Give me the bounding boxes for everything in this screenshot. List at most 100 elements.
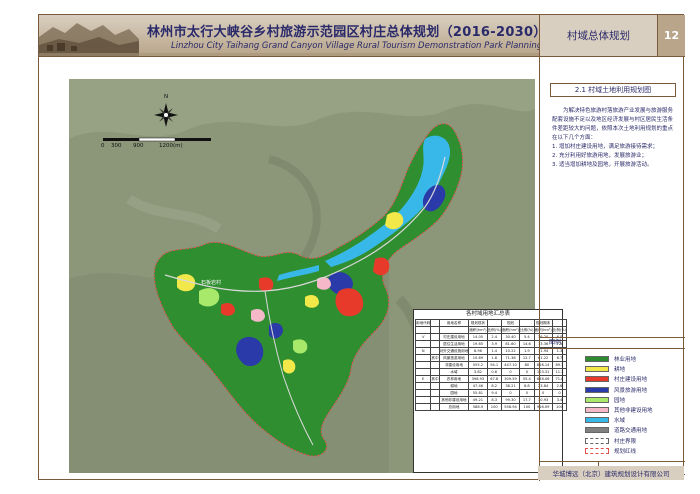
legend-swatch xyxy=(585,376,609,383)
table-cell: 非建设用地 xyxy=(438,361,470,369)
legend-swatch xyxy=(585,407,609,414)
table-cell: N xyxy=(414,347,432,355)
table-cell: 8.2 xyxy=(486,382,502,390)
table-cell: 30.40 xyxy=(500,333,521,341)
table-cell: 0 xyxy=(500,389,521,397)
page-title-english: Linzhou City Taihang Grand Canyon Villag… xyxy=(171,41,539,51)
legend-swatch xyxy=(585,386,609,393)
legend-label: 风景旅游用地 xyxy=(614,387,648,394)
table-header-cell: 用地代码 xyxy=(414,319,432,327)
legend-swatch xyxy=(585,447,609,454)
legend-label: 耕地 xyxy=(614,367,626,374)
table-cell: 村庄建设用地 xyxy=(438,333,470,341)
table-cell: 8.3 xyxy=(486,396,502,404)
garden-zone-2 xyxy=(293,339,308,354)
table-header-cell: 比例(%) xyxy=(519,326,535,334)
table-cell xyxy=(414,368,432,376)
table-header-cell xyxy=(519,319,535,327)
table-cell: 309.59 xyxy=(500,375,521,383)
legend-item: 村庄建设用地 xyxy=(585,374,685,384)
table-cell xyxy=(430,368,440,376)
scale-tick-1200: 1200(m) xyxy=(159,143,183,149)
scale-tick-900: 900 xyxy=(133,143,144,149)
table-cell: 81.60 xyxy=(500,340,521,348)
table-cell xyxy=(430,333,440,341)
table-cell: 3.9 xyxy=(486,340,502,348)
table-cell: 71.38 xyxy=(500,354,521,362)
table-cell: E xyxy=(414,375,432,383)
table-cell: 1.4 xyxy=(486,347,502,355)
map-subtitle: 2.1 村域土地利用规划图 xyxy=(550,83,676,97)
table-cell: 47.46 xyxy=(468,382,488,390)
page-title: 林州市太行大峡谷乡村旅游示范园区村庄总体规划（2016-2030） xyxy=(147,25,539,40)
table-header-cell xyxy=(430,319,440,327)
table-cell: 17.7 xyxy=(519,396,535,404)
legend-item: 水域 xyxy=(585,415,685,425)
table-cell: 10.69 xyxy=(468,354,488,362)
scale-tick-0: 0 xyxy=(101,143,105,149)
legend-label: 水域 xyxy=(614,418,626,425)
section-title: 村域总体规划 xyxy=(539,15,657,57)
legend-item: 村庄界限 xyxy=(585,436,685,446)
description-intro: 为解决特色旅游村落旅游产业发展与旅游服务配套设施不足以及地区经济发展与村区居民生… xyxy=(552,108,674,141)
legend-item: 园地 xyxy=(585,395,685,405)
table-cell: 99.30 xyxy=(500,396,521,404)
legend: 林业用地 耕地 村庄建设用地 风景旅游用地 园地 其他非建设用地 水域 道路交通用地 村庄界限规… xyxy=(585,354,685,456)
legend-title: 图例 xyxy=(539,337,685,349)
table-cell xyxy=(414,396,432,404)
table-cell: 0 xyxy=(519,389,535,397)
table-cell: 1.8 xyxy=(486,354,502,362)
table-cell: 2.4 xyxy=(486,333,502,341)
table-cell: 100 xyxy=(519,403,535,411)
title-banner: 林州市太行大峡谷乡村旅游示范园区村庄总体规划（2016-2030） Linzho… xyxy=(39,15,539,57)
table-cell: 居住生活用地 xyxy=(438,340,470,348)
legend-item: 风景旅游用地 xyxy=(585,385,685,395)
legend-item: 其他非建设用地 xyxy=(585,405,685,415)
table-header-cell xyxy=(486,319,502,327)
legend-swatch xyxy=(585,356,609,363)
table-cell: 园地 xyxy=(438,389,470,397)
north-label: N xyxy=(164,94,168,100)
table-cell: 其中 xyxy=(430,375,440,383)
description-point-1: 1. 增加村庄建设用地，满足旅游接待需求； xyxy=(552,144,658,150)
table-cell: 总用地 xyxy=(438,403,470,411)
legend-label: 道路交通用地 xyxy=(614,428,648,435)
table-header-cell xyxy=(414,326,432,334)
legend-item: 林业用地 xyxy=(585,354,685,364)
table-header-cell: 比例(%) xyxy=(486,326,502,334)
table-cell: 14.05 xyxy=(468,333,488,341)
company-name: 华城博远（北京）建筑规划设计有限公司 xyxy=(538,466,684,480)
legend-swatch xyxy=(585,427,609,434)
village-land-zone-3 xyxy=(259,277,274,292)
table-cell: 55.4 xyxy=(519,375,535,383)
table-cell: 588.9 xyxy=(468,403,488,411)
table-cell: 100 xyxy=(486,403,502,411)
table-cell xyxy=(430,389,440,397)
table-header-cell xyxy=(430,326,440,334)
legend-swatch xyxy=(585,396,609,403)
table-header-cell: 面积(hm²) xyxy=(500,326,521,334)
legend-item: 耕地 xyxy=(585,364,685,374)
table-cell: 对外交通设施用地 xyxy=(438,347,470,355)
legend-swatch xyxy=(585,366,609,373)
legend-item: 道路交通用地 xyxy=(585,425,685,435)
table-cell xyxy=(430,382,440,390)
table-cell xyxy=(430,396,440,404)
place-label: 石板岩村 xyxy=(201,279,221,286)
table-cell: 1.9 xyxy=(519,347,535,355)
table-cell xyxy=(414,340,432,348)
legend-swatch xyxy=(585,437,609,444)
table-cell: 10.22 xyxy=(500,347,521,355)
table-cell: 14.6 xyxy=(519,340,535,348)
table-cell: 447.10 xyxy=(500,361,521,369)
table-cell: 12.7 xyxy=(519,354,535,362)
table-cell xyxy=(430,340,440,348)
table-cell: 其中 xyxy=(430,354,440,362)
table-cell: 38.21 xyxy=(500,382,521,390)
table-cell xyxy=(414,354,432,362)
table-cell: 398.93 xyxy=(468,375,488,383)
legend-label: 林业用地 xyxy=(614,357,637,364)
description-point-3: 3. 适当增加耕地及园地，开展旅游活动。 xyxy=(552,162,653,168)
table-cell: 3.82 xyxy=(468,368,488,376)
drawing-frame: 林州市太行大峡谷乡村旅游示范园区村庄总体规划（2016-2030） Linzho… xyxy=(38,14,685,481)
